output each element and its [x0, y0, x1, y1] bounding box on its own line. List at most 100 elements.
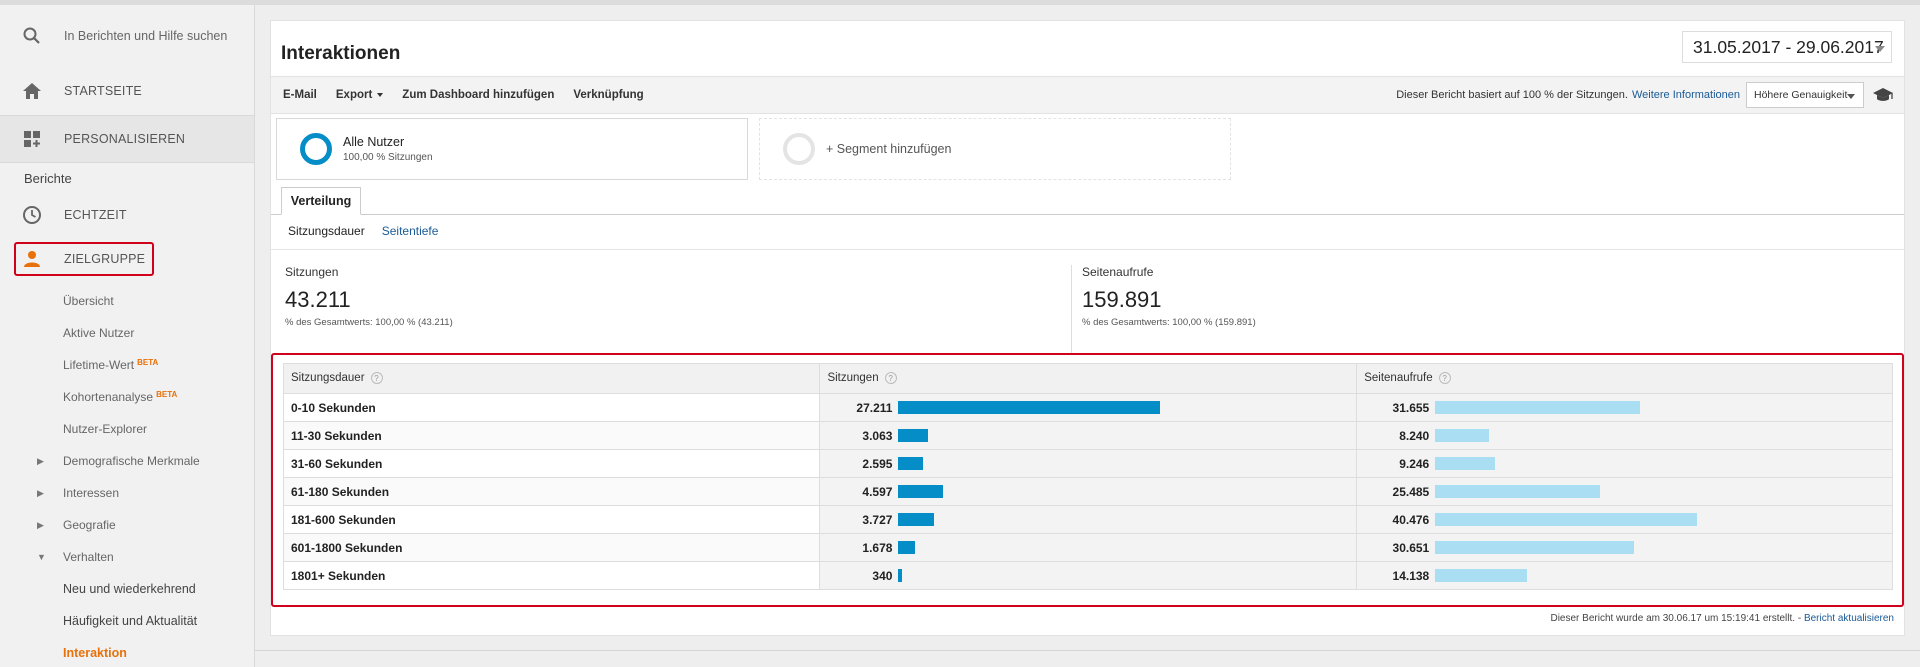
sessions-cell: 3.727: [819, 505, 1358, 534]
pageviews-cell: 9.246: [1356, 449, 1893, 478]
pageviews-cell: 31.655: [1356, 393, 1893, 422]
page-title: Interaktionen: [281, 43, 401, 64]
tab-divider: [271, 214, 1904, 215]
shortcut-button[interactable]: Verknüpfung: [573, 89, 643, 101]
nav-personalize[interactable]: PERSONALISIEREN: [0, 115, 254, 163]
distribution-table: Sitzungsdauer? Sitzungen? Seitenaufrufe?…: [282, 363, 1893, 590]
sidebar-item-engagement[interactable]: Interaktion: [0, 637, 254, 667]
toolbar: E-Mail Export Zum Dashboard hinzufügen V…: [271, 76, 1904, 114]
sidebar-item-overview[interactable]: Übersicht: [0, 285, 254, 317]
sidebar-item-demographics[interactable]: ▶ Demografische Merkmale: [0, 445, 254, 477]
date-range-picker[interactable]: 31.05.2017 - 29.06.2017: [1682, 31, 1892, 63]
triangle-right-icon: ▶: [37, 455, 44, 466]
graduation-cap-icon[interactable]: [1872, 86, 1894, 104]
sidebar-item-label: Übersicht: [63, 294, 114, 308]
triangle-right-icon: ▶: [37, 519, 44, 530]
pageviews-value: 30.651: [1392, 540, 1430, 555]
sidebar-item-label: Demografische Merkmale: [63, 454, 200, 468]
sidebar-item-frequency-recency[interactable]: Häufigkeit und Aktualität: [0, 605, 254, 637]
pageviews-cell: 40.476: [1356, 505, 1893, 534]
add-to-dashboard-button[interactable]: Zum Dashboard hinzufügen: [402, 89, 554, 101]
pageviews-bar: [1435, 401, 1641, 414]
sessions-value: 3.063: [862, 428, 893, 443]
tab-distribution[interactable]: Verteilung: [281, 187, 361, 215]
row-label[interactable]: 0-10 Sekunden: [282, 393, 821, 422]
sidebar-item-label: Interaktion: [63, 646, 127, 660]
column-header-label: Seitenaufrufe: [1364, 372, 1433, 385]
sessions-cell: 340: [819, 561, 1358, 590]
row-label[interactable]: 601-1800 Sekunden: [282, 533, 821, 562]
sidebar-item-active-users[interactable]: Aktive Nutzer: [0, 317, 254, 349]
pageviews-bar: [1435, 429, 1489, 442]
precision-select[interactable]: Höhere Genauigkeit: [1746, 82, 1864, 108]
sidebar-item-lifetime-value[interactable]: Lifetime-Wert BETA: [0, 349, 254, 381]
segment-all-users[interactable]: Alle Nutzer 100,00 % Sitzungen: [276, 118, 748, 180]
add-segment-button[interactable]: + Segment hinzufügen: [759, 118, 1231, 180]
help-icon[interactable]: ?: [1438, 372, 1451, 385]
pageviews-value: 31.655: [1392, 400, 1430, 415]
pageviews-cell: 14.138: [1356, 561, 1893, 590]
column-header-pageviews[interactable]: Seitenaufrufe?: [1356, 363, 1893, 394]
nav-realtime[interactable]: ECHTZEIT: [0, 193, 254, 237]
sidebar-item-behavior[interactable]: ▼ Verhalten: [0, 541, 254, 573]
table-row: 31-60 Sekunden 2.595 9.246: [282, 449, 1893, 478]
sidebar-item-label: Häufigkeit und Aktualität: [63, 614, 198, 628]
email-button[interactable]: E-Mail: [283, 89, 317, 101]
nav-personalize-label: PERSONALISIEREN: [64, 132, 186, 146]
subtab-page-depth[interactable]: Seitentiefe: [382, 224, 439, 238]
subtab-divider: [271, 249, 1904, 250]
row-label[interactable]: 1801+ Sekunden: [282, 561, 821, 590]
help-icon[interactable]: ?: [370, 372, 383, 385]
refresh-report-link[interactable]: Bericht aktualisieren: [1804, 613, 1894, 624]
pageviews-bar: [1435, 457, 1496, 470]
summary-value: 43.211: [285, 287, 351, 312]
subtab-session-duration[interactable]: Sitzungsdauer: [288, 224, 365, 238]
export-button[interactable]: Export: [336, 89, 384, 101]
sidebar-item-new-vs-returning[interactable]: Neu und wiederkehrend: [0, 573, 254, 605]
sidebar-item-label: Interessen: [63, 486, 120, 500]
column-header-label: Sitzungsdauer: [291, 372, 365, 385]
subtabs: Sitzungsdauer Seitentiefe: [288, 224, 438, 238]
sessions-value: 3.727: [862, 512, 893, 527]
sessions-cell: 2.595: [819, 449, 1358, 478]
beta-badge: BETA: [156, 389, 178, 399]
home-icon: [22, 81, 42, 101]
sidebar-item-geography[interactable]: ▶ Geografie: [0, 509, 254, 541]
pageviews-value: 25.485: [1392, 484, 1430, 499]
sidebar: In Berichten und Hilfe suchen STARTSEITE…: [0, 5, 255, 667]
pageviews-value: 8.240: [1399, 428, 1430, 443]
sidebar-item-cohort-analysis[interactable]: Kohortenanalyse BETA: [0, 381, 254, 413]
highlight-box-table: Sitzungsdauer? Sitzungen? Seitenaufrufe?…: [271, 353, 1904, 607]
more-info-link[interactable]: Weitere Informationen: [1632, 89, 1740, 101]
pageviews-bar: [1435, 485, 1601, 498]
search-placeholder: In Berichten und Hilfe suchen: [64, 29, 228, 43]
row-label[interactable]: 11-30 Sekunden: [282, 421, 821, 450]
table-row: 0-10 Sekunden 27.211 31.655: [282, 393, 1893, 422]
sessions-value: 27.211: [856, 400, 893, 415]
table-row: 61-180 Sekunden 4.597 25.485: [282, 477, 1893, 506]
nav-audience[interactable]: ZIELGRUPPE: [0, 237, 254, 281]
sidebar-item-user-explorer[interactable]: Nutzer-Explorer: [0, 413, 254, 445]
sidebar-item-interests[interactable]: ▶ Interessen: [0, 477, 254, 509]
row-label[interactable]: 61-180 Sekunden: [282, 477, 821, 506]
report-panel: Interaktionen 31.05.2017 - 29.06.2017 E-…: [270, 20, 1905, 636]
clock-icon: [22, 205, 42, 225]
row-label[interactable]: 181-600 Sekunden: [282, 505, 821, 534]
help-icon[interactable]: ?: [884, 372, 897, 385]
column-header-sessions[interactable]: Sitzungen?: [819, 363, 1358, 394]
report-footer: Dieser Bericht wurde am 30.06.17 um 15:1…: [1550, 613, 1894, 624]
triangle-down-icon: ▼: [37, 552, 46, 562]
nav-home[interactable]: STARTSEITE: [0, 67, 254, 115]
sidebar-item-label: Lifetime-Wert: [63, 358, 135, 372]
sessions-cell: 27.211: [819, 393, 1358, 422]
pageviews-bar: [1435, 541, 1634, 554]
column-header-duration[interactable]: Sitzungsdauer?: [282, 363, 821, 394]
table-row: 11-30 Sekunden 3.063 8.240: [282, 421, 1893, 450]
pageviews-value: 14.138: [1392, 568, 1430, 583]
search-box[interactable]: In Berichten und Hilfe suchen: [0, 5, 254, 67]
row-label[interactable]: 31-60 Sekunden: [282, 449, 821, 478]
table-row: 601-1800 Sekunden 1.678 30.651: [282, 533, 1893, 562]
summary-label: Seitenaufrufe: [1082, 265, 1154, 279]
table-header-row: Sitzungsdauer? Sitzungen? Seitenaufrufe?: [282, 363, 1893, 394]
bottom-divider: [255, 650, 1920, 651]
